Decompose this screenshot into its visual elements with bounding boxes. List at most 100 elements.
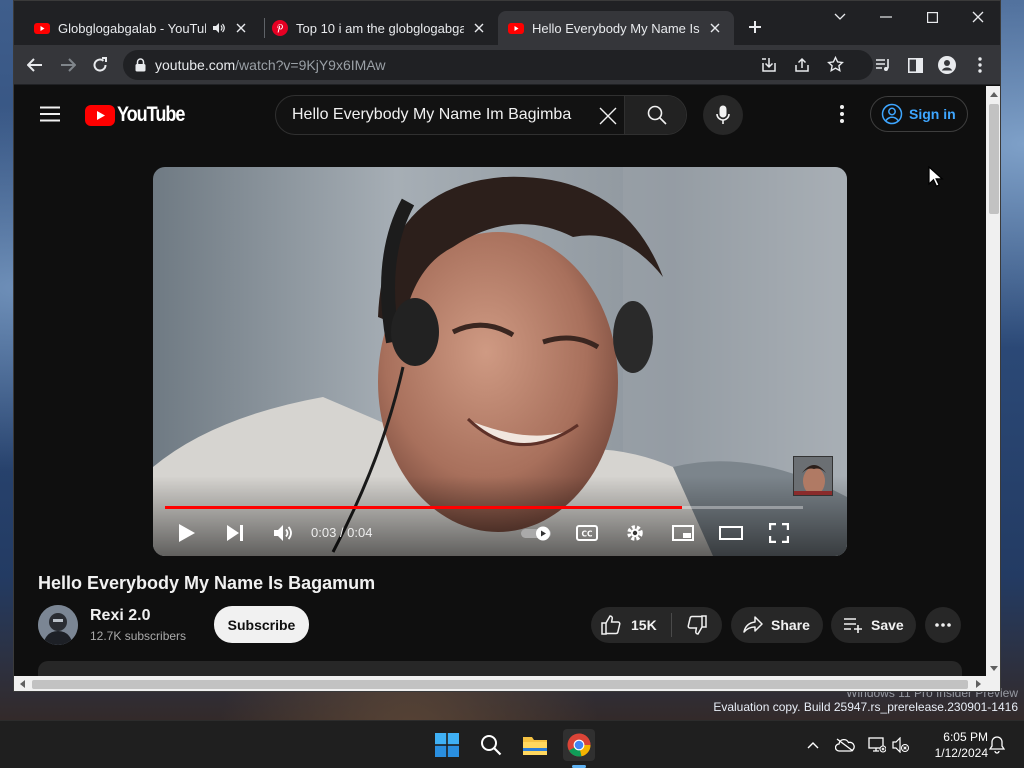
fullscreen-button[interactable] [765, 520, 793, 546]
autoplay-toggle[interactable] [519, 520, 555, 546]
more-actions-button[interactable] [925, 607, 961, 643]
search-icon [481, 735, 502, 756]
scroll-left-arrow-icon[interactable] [14, 676, 30, 691]
clear-search-button[interactable] [594, 102, 622, 130]
miniplayer-button[interactable] [669, 520, 697, 546]
play-icon [179, 524, 195, 542]
sign-in-button[interactable]: Sign in [870, 96, 968, 132]
more-vert-icon [978, 57, 982, 73]
scroll-down-arrow-icon[interactable] [986, 660, 1000, 676]
scroll-right-arrow-icon[interactable] [970, 676, 986, 691]
forward-button[interactable] [56, 53, 80, 77]
chrome-taskbar-button[interactable] [563, 729, 595, 761]
url-text: youtube.com/watch?v=9KjY9x6IMAw [155, 57, 386, 73]
search-input[interactable] [276, 96, 616, 134]
url-path: /watch?v=9KjY9x6IMAw [235, 57, 386, 73]
voice-search-button[interactable] [703, 95, 743, 135]
search-box [275, 95, 687, 135]
youtube-logo[interactable]: YouTube [85, 103, 195, 127]
pinterest-icon [272, 20, 288, 36]
reload-button[interactable] [88, 53, 112, 77]
profile-button[interactable] [935, 53, 959, 77]
address-bar[interactable]: youtube.com/watch?v=9KjY9x6IMAw [123, 50, 873, 80]
tab-pinterest[interactable]: Top 10 i am the globglogabgalab [262, 11, 498, 45]
progress-bar[interactable] [165, 506, 803, 509]
account-circle-icon [881, 103, 903, 125]
subscriber-count: 12.7K subscribers [90, 629, 187, 643]
chrome-window: Globglogabgalab - YouTube Top 10 i am th… [13, 0, 1001, 692]
youtube-header: YouTube Sign in [14, 86, 986, 142]
share-icon[interactable] [794, 57, 810, 73]
share-button[interactable]: Share [731, 607, 823, 643]
autoplay-toggle-icon [521, 526, 551, 541]
more-vert-icon [840, 105, 844, 123]
new-tab-button[interactable] [743, 15, 767, 39]
file-explorer-button[interactable] [519, 729, 551, 761]
subtitles-button[interactable]: CC [573, 520, 601, 546]
like-dislike-group: 15K [591, 607, 722, 643]
like-button[interactable]: 15K [591, 607, 671, 643]
side-panel-button[interactable] [903, 53, 927, 77]
play-button[interactable] [173, 520, 201, 546]
settings-menu-button[interactable] [830, 100, 854, 128]
thumbs-up-icon [601, 615, 621, 635]
media-control-button[interactable] [871, 53, 895, 77]
save-button[interactable]: Save [831, 607, 916, 643]
tab-search-button[interactable] [817, 5, 863, 29]
taskbar-search-button[interactable] [475, 729, 507, 761]
close-window-button[interactable] [955, 5, 1000, 29]
minimize-button[interactable] [863, 5, 909, 29]
bookmark-star-icon[interactable] [827, 56, 844, 73]
end-screen-thumbnail[interactable] [793, 456, 833, 496]
start-button[interactable] [431, 729, 463, 761]
onedrive-offline-icon [835, 738, 855, 752]
channel-avatar[interactable] [38, 605, 78, 645]
vertical-scrollbar[interactable] [986, 86, 1000, 676]
minimize-icon [880, 16, 892, 18]
volume-tray-button[interactable] [890, 734, 912, 756]
notifications-button[interactable] [986, 734, 1008, 756]
mute-button[interactable] [269, 520, 297, 546]
chrome-menu-button[interactable] [968, 53, 992, 77]
back-button[interactable] [23, 53, 47, 77]
settings-button[interactable] [621, 520, 649, 546]
network-tray-button[interactable] [866, 734, 888, 756]
close-icon[interactable] [470, 19, 488, 37]
next-button[interactable] [221, 520, 249, 546]
avatar-image [38, 605, 78, 645]
windows-start-icon [435, 733, 459, 757]
closed-captions-icon: CC [576, 525, 598, 541]
system-clock[interactable]: 6:05 PM 1/12/2024 [918, 729, 988, 761]
guide-menu-button[interactable] [40, 106, 60, 122]
maximize-button[interactable] [909, 5, 955, 29]
fullscreen-icon [769, 523, 789, 543]
onedrive-tray-button[interactable] [834, 734, 856, 756]
subscribe-button[interactable]: Subscribe [214, 606, 309, 643]
tab-globglogabgalab[interactable]: Globglogabgalab - YouTube [24, 11, 260, 45]
thumbs-down-icon [687, 615, 707, 635]
search-button[interactable] [624, 96, 686, 134]
sign-in-label: Sign in [909, 106, 956, 122]
horizontal-scrollbar[interactable] [14, 676, 1000, 691]
description-box[interactable] [38, 661, 962, 676]
scroll-up-arrow-icon[interactable] [986, 86, 1000, 102]
theater-mode-button[interactable] [717, 520, 745, 546]
speaker-icon[interactable] [212, 21, 226, 35]
show-hidden-icons-button[interactable] [802, 734, 824, 756]
channel-name[interactable]: Rexi 2.0 [90, 607, 150, 625]
thumbnail-image [794, 457, 832, 495]
clock-date: 1/12/2024 [934, 746, 988, 760]
chevron-up-icon [807, 742, 819, 749]
lock-icon [135, 58, 146, 72]
close-icon[interactable] [232, 19, 250, 37]
install-app-icon[interactable] [761, 57, 777, 73]
playlist-add-icon [844, 618, 862, 633]
tab-strip: Globglogabgalab - YouTube Top 10 i am th… [14, 1, 1000, 45]
dislike-button[interactable] [672, 607, 722, 643]
side-panel-icon [907, 57, 923, 73]
tab-bagamum[interactable]: Hello Everybody My Name Is Bagamum [498, 11, 734, 45]
scrollbar-thumb[interactable] [989, 104, 999, 214]
close-icon[interactable] [706, 19, 724, 37]
video-player[interactable]: 0:03 / 0:04 CC [153, 167, 847, 556]
scrollbar-thumb[interactable] [32, 680, 968, 689]
